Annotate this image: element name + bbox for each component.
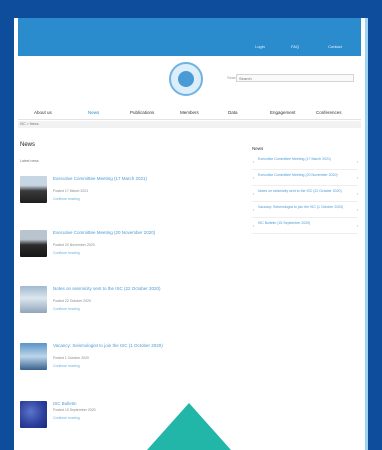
breadcrumb[interactable]: ISC > News <box>18 121 361 128</box>
news-date: Posted 15 September 2020 <box>53 408 96 412</box>
nav-item-about-us[interactable]: About us <box>34 110 52 115</box>
news-thumbnail[interactable] <box>20 176 47 203</box>
sidebar-item[interactable]: › Executive Committee Meeting (20 Novemb… <box>252 172 358 186</box>
nav-item-data[interactable]: Data <box>228 110 238 115</box>
site-logo[interactable] <box>169 62 203 96</box>
continue-reading-link[interactable]: Continue reading <box>53 197 80 201</box>
bullet-icon: › <box>253 223 255 228</box>
sidebar-item[interactable]: › Vacancy: Seismologist to join the ISC … <box>252 204 358 218</box>
news-title-link[interactable]: Notes on seismicity sent to the ISC (22 … <box>53 286 228 292</box>
main-navigation: About us News Publications Members Data … <box>18 108 361 118</box>
sidebar-item-label: Executive Committee Meeting (17 March 20… <box>258 157 332 161</box>
chevron-right-icon: › <box>356 175 358 180</box>
sidebar-item-label: Vacancy: Seismologist to join the ISC (1… <box>258 205 344 209</box>
faq-button[interactable]: FAQ <box>280 43 310 50</box>
news-title-link[interactable]: Vacancy: Seismologist to join the ISC (1… <box>53 343 228 349</box>
search-input[interactable] <box>236 74 354 82</box>
login-button[interactable]: Login <box>245 43 275 50</box>
nav-item-conferences[interactable]: Conferences <box>316 110 342 115</box>
continue-reading-link[interactable]: Continue reading <box>53 307 80 311</box>
news-title-link[interactable]: Executive Committee Meeting (17 March 20… <box>53 176 228 182</box>
page-subtitle: Latest news <box>20 159 39 163</box>
sidebar-item[interactable]: › Executive Committee Meeting (17 March … <box>252 156 358 170</box>
nav-divider <box>18 119 361 120</box>
sidebar-heading: News <box>252 146 264 151</box>
chevron-right-icon: › <box>356 207 358 212</box>
news-date: Posted 17 March 2021 <box>53 189 89 193</box>
browser-page: Login FAQ Contact Search About us News P… <box>14 18 365 450</box>
news-item: Executive Committee Meeting (20 November… <box>20 230 230 280</box>
news-thumbnail[interactable] <box>20 401 47 428</box>
nav-item-news[interactable]: News <box>88 110 99 115</box>
page-title: News <box>20 142 36 148</box>
news-item: Executive Committee Meeting (17 March 20… <box>20 176 230 226</box>
bullet-icon: › <box>253 191 255 196</box>
sidebar-item[interactable]: › ISC Bulletin (15 September 2020) › <box>252 220 358 234</box>
sidebar-item[interactable]: › Notes on seismicity sent to the ISC (2… <box>252 188 358 202</box>
continue-reading-link[interactable]: Continue reading <box>53 251 80 255</box>
news-thumbnail[interactable] <box>20 343 47 370</box>
news-thumbnail[interactable] <box>20 286 47 313</box>
logo-emblem <box>178 71 194 87</box>
news-item: Notes on seismicity sent to the ISC (22 … <box>20 286 230 336</box>
continue-reading-link[interactable]: Continue reading <box>53 364 80 368</box>
bullet-icon: › <box>253 159 255 164</box>
chevron-right-icon: › <box>356 159 358 164</box>
chevron-right-icon: › <box>356 191 358 196</box>
news-date: Posted 20 November 2020 <box>53 243 95 247</box>
sidebar-item-label: Notes on seismicity sent to the ISC (22 … <box>258 189 342 193</box>
news-date: Posted 22 October 2020 <box>53 299 91 303</box>
nav-item-members[interactable]: Members <box>180 110 199 115</box>
chevron-right-icon: › <box>356 223 358 228</box>
nav-item-publications[interactable]: Publications <box>130 110 154 115</box>
sidebar-item-label: ISC Bulletin (15 September 2020) <box>258 221 311 225</box>
news-thumbnail[interactable] <box>20 230 47 257</box>
bullet-icon: › <box>253 175 255 180</box>
nav-item-engagement[interactable]: Engagement <box>270 110 296 115</box>
news-item: Vacancy: Seismologist to join the ISC (1… <box>20 343 230 393</box>
continue-reading-link[interactable]: Continue reading <box>53 416 80 420</box>
right-accent-strip <box>365 18 368 450</box>
news-date: Posted 1 October 2020 <box>53 356 89 360</box>
scroll-up-triangle-icon[interactable] <box>147 403 231 450</box>
top-banner: Login FAQ Contact <box>18 18 361 56</box>
contact-button[interactable]: Contact <box>315 43 355 50</box>
news-sidebar: News › Executive Committee Meeting (17 M… <box>252 146 358 236</box>
bullet-icon: › <box>253 207 255 212</box>
news-title-link[interactable]: Executive Committee Meeting (20 November… <box>53 230 228 236</box>
sidebar-item-label: Executive Committee Meeting (20 November… <box>258 173 338 177</box>
